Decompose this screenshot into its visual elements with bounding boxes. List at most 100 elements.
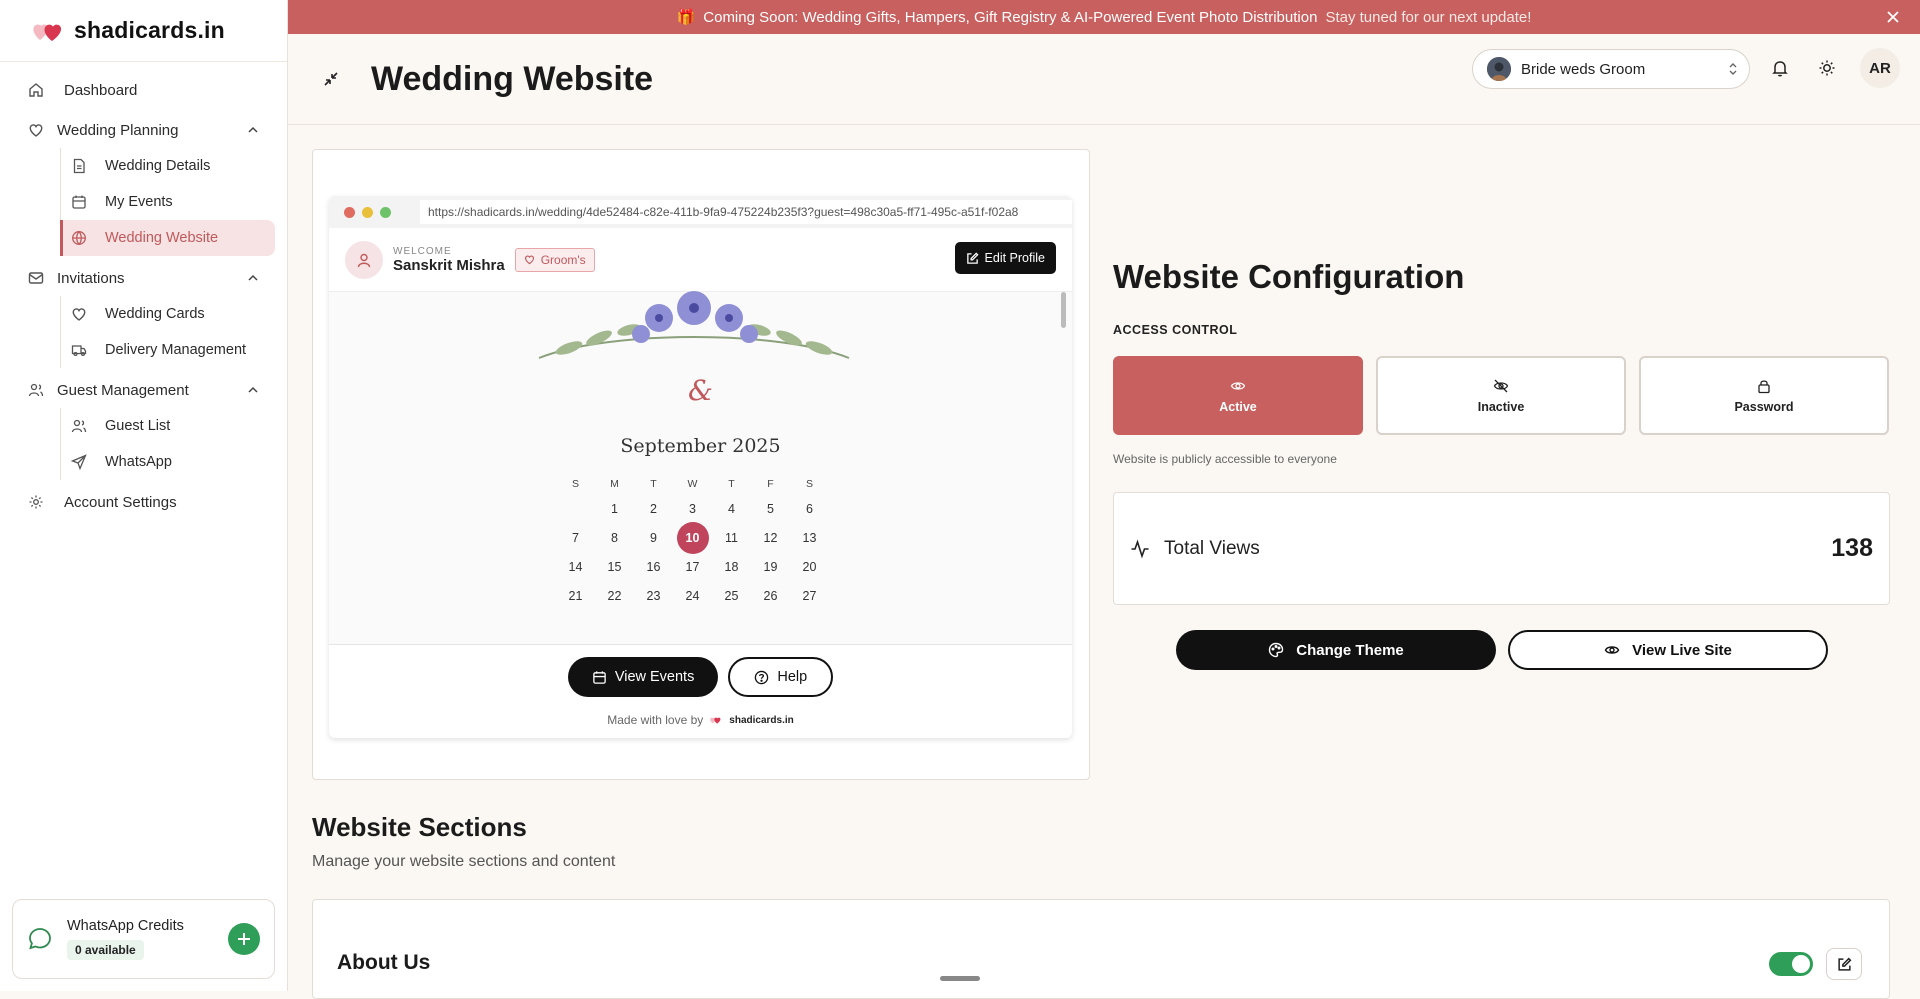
eye-icon (1604, 646, 1620, 654)
total-views-count: 138 (1831, 534, 1873, 562)
browser-bar: https://shadicards.in/wedding/4de52484-c… (329, 196, 1072, 228)
access-option-password[interactable]: Password (1639, 356, 1889, 435)
plus-icon (238, 933, 250, 945)
section-edit-button[interactable] (1826, 948, 1862, 980)
collapse-sidebar-icon[interactable] (321, 69, 341, 89)
calendar-day: 13 (802, 531, 817, 545)
sidebar-item-label: Delivery Management (105, 342, 247, 358)
sidebar-section-wedding-planning[interactable]: Wedding Planning (0, 112, 287, 148)
calendar-day: 16 (646, 560, 661, 574)
view-live-site-button[interactable]: View Live Site (1508, 630, 1828, 670)
edit-profile-button[interactable]: Edit Profile (954, 242, 1056, 274)
heart-icon (72, 308, 86, 321)
calendar-day: 14 (568, 560, 583, 574)
send-icon (71, 454, 87, 470)
calendar-day: 23 (646, 589, 661, 603)
chevron-up-icon (248, 386, 258, 393)
sidebar-item-my-events[interactable]: My Events (61, 184, 275, 220)
calendar-weekday: S (805, 478, 813, 490)
calendar-day: 24 (685, 589, 700, 603)
sidebar-item-account-settings[interactable]: Account Settings (0, 484, 287, 520)
sidebar-item-delivery-management[interactable]: Delivery Management (61, 332, 275, 368)
user-avatar[interactable]: AR (1860, 48, 1900, 88)
brand-logo[interactable]: shadicards.in (0, 0, 287, 62)
chevron-up-icon (248, 126, 258, 133)
lock-icon (1758, 379, 1770, 393)
couple-selector[interactable]: Bride weds Groom (1472, 49, 1750, 89)
section-visibility-toggle[interactable] (1769, 952, 1813, 976)
banner-text: Coming Soon: Wedding Gifts, Hampers, Gif… (703, 8, 1318, 26)
user-icon (357, 253, 371, 267)
drag-handle[interactable] (940, 976, 980, 981)
made-with-text: Made with love by (607, 713, 704, 727)
calendar-day: 12 (763, 531, 778, 545)
eye-off-icon (1493, 379, 1509, 392)
couple-name: Bride weds Groom (1521, 60, 1646, 78)
sidebar-item-guest-list[interactable]: Guest List (61, 408, 275, 444)
calendar-week-row: 14 15 16 17 18 19 20 (556, 557, 829, 577)
welcome-label: WELCOME (393, 245, 452, 257)
browser-mockup: https://shadicards.in/wedding/4de52484-c… (329, 196, 1072, 738)
banner-subtext: Stay tuned for our next update! (1325, 8, 1532, 26)
view-events-button[interactable]: View Events (567, 657, 719, 697)
announcement-banner: 🎁 Coming Soon: Wedding Gifts, Hampers, G… (288, 0, 1920, 34)
calendar-day: 19 (763, 560, 778, 574)
calendar-icon (72, 195, 86, 209)
access-note: Website is publicly accessible to everyo… (1113, 452, 1337, 466)
guest-name: Sanskrit Mishra (393, 256, 505, 274)
sun-icon[interactable] (1817, 58, 1837, 78)
preview-scrollbar[interactable] (1061, 292, 1066, 328)
sidebar-item-wedding-details[interactable]: Wedding Details (61, 148, 275, 184)
total-views-label: Total Views (1164, 537, 1260, 559)
credits-title: WhatsApp Credits (67, 918, 184, 934)
home-icon (29, 83, 43, 97)
calendar-day: 9 (650, 531, 657, 545)
site-header: WELCOME Sanskrit Mishra Groom's Edit Pro… (329, 228, 1072, 292)
add-credits-button[interactable] (228, 923, 260, 955)
made-with-brand: shadicards.in (729, 714, 794, 726)
total-views-card: Total Views 138 (1113, 492, 1890, 605)
heart-icon (29, 124, 43, 137)
change-theme-button[interactable]: Change Theme (1176, 630, 1496, 670)
access-option-inactive[interactable]: Inactive (1376, 356, 1626, 435)
chat-bubble-icon (29, 928, 51, 950)
sidebar-section-invitations[interactable]: Invitations (0, 260, 287, 296)
sidebar-item-label: Account Settings (64, 493, 177, 511)
calendar-icon (593, 670, 606, 684)
access-option-active[interactable]: Active (1113, 356, 1363, 435)
calendar-weekday-row: SMTWTFS (556, 477, 829, 491)
invitations-submenu: Wedding Cards Delivery Management (60, 296, 275, 368)
welcome-block: WELCOME Sanskrit Mishra (393, 246, 505, 274)
calendar-day: 4 (728, 502, 735, 516)
sidebar-item-wedding-cards[interactable]: Wedding Cards (61, 296, 275, 332)
calendar-weekday: F (767, 478, 774, 490)
sidebar-item-dashboard[interactable]: Dashboard (0, 72, 287, 108)
help-button[interactable]: Help (728, 657, 834, 697)
calendar-day: 27 (802, 589, 817, 603)
calendar-day: 26 (763, 589, 778, 603)
calendar-day: 8 (611, 531, 618, 545)
hearts-logo-icon (33, 24, 62, 41)
calendar-weekday: S (571, 478, 579, 490)
close-icon[interactable] (1884, 8, 1902, 26)
guest-management-submenu: Guest List WhatsApp (60, 408, 275, 480)
edit-icon (966, 251, 979, 264)
floral-decoration-icon (538, 291, 850, 359)
side-badge: Groom's (514, 247, 595, 272)
preview-url-bar[interactable]: https://shadicards.in/wedding/4de52484-c… (420, 200, 1072, 224)
calendar-day: 15 (607, 560, 622, 574)
sidebar-item-wedding-website[interactable]: Wedding Website (60, 220, 275, 256)
page-title: Wedding Website (371, 59, 654, 98)
calendar-day: 5 (767, 502, 774, 516)
calendar-day: 18 (724, 560, 739, 574)
window-minimize-dot (362, 206, 373, 218)
document-icon (73, 158, 85, 174)
sidebar-item-whatsapp[interactable]: WhatsApp (61, 444, 275, 480)
calendar-weekday: M (610, 478, 619, 490)
chevron-up-icon (248, 274, 258, 281)
made-with-love: Made with love by shadicards.in (329, 713, 1072, 727)
bell-icon[interactable] (1770, 58, 1790, 78)
website-sections-title: Website Sections (312, 812, 527, 842)
sidebar-section-guest-management[interactable]: Guest Management (0, 372, 287, 408)
activity-icon (1131, 539, 1149, 558)
